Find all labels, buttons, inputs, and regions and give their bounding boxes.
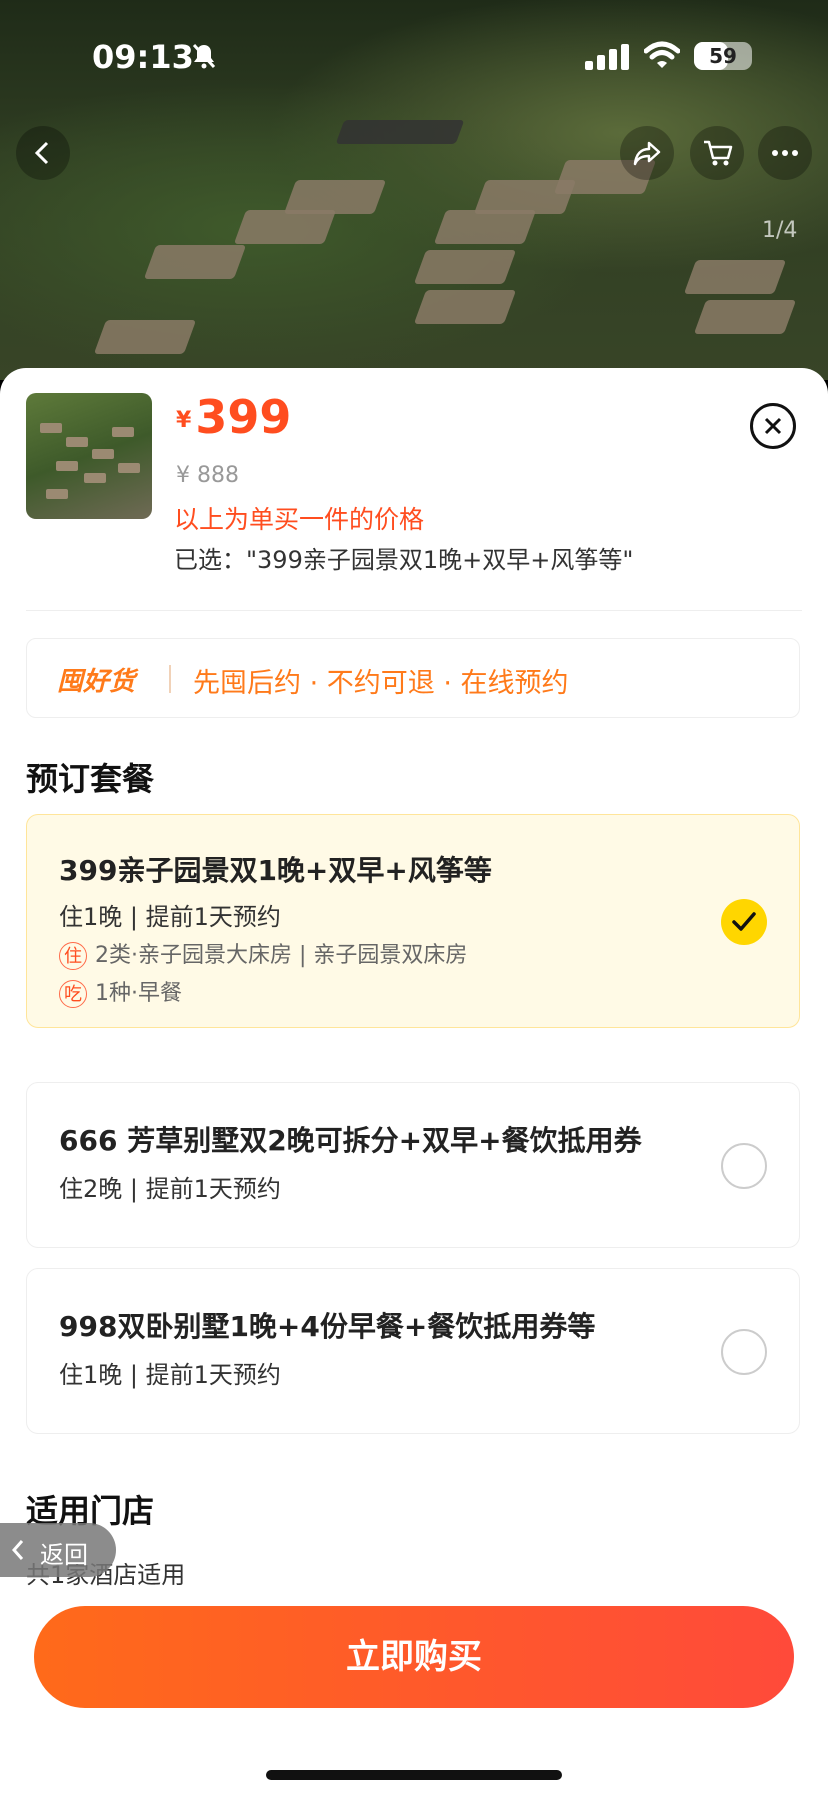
package-title: 998双卧别墅1晚+4份早餐+餐饮抵用券等 xyxy=(59,1310,596,1343)
battery-indicator: 59 xyxy=(694,42,752,70)
package-option-1[interactable]: 399亲子园景双1晚+双早+风筝等 住1晚 | 提前1天预约 住 2类·亲子园景大… xyxy=(26,814,800,1028)
close-button[interactable] xyxy=(750,403,796,449)
share-icon xyxy=(633,141,661,166)
wifi-icon xyxy=(644,41,680,68)
promo-brand: 囤好货 xyxy=(57,667,136,697)
back-label: 返回 xyxy=(40,1541,88,1569)
purchase-sheet: ¥399 ¥ 888 以上为单买一件的价格 已选："399亲子园景双1晚+双早+… xyxy=(0,368,828,1795)
price-value: 399 xyxy=(195,390,292,444)
packages-title: 预订套餐 xyxy=(26,760,155,798)
product-price: ¥399 xyxy=(176,390,291,444)
status-time: 09:13 xyxy=(92,38,194,76)
divider xyxy=(26,610,802,611)
package-title: 666 芳草别墅双2晚可拆分+双早+餐饮抵用券 xyxy=(59,1124,642,1157)
currency-symbol: ¥ xyxy=(176,408,192,433)
package-eat-line: 吃 1种·早餐 xyxy=(59,975,182,1008)
more-button[interactable] xyxy=(758,126,812,180)
cart-icon xyxy=(704,140,733,166)
signal-icon xyxy=(585,44,629,70)
bell-muted-icon xyxy=(192,43,216,69)
promo-description: 先囤后约 · 不约可退 · 在线预约 xyxy=(193,668,569,699)
share-button[interactable] xyxy=(620,126,674,180)
package-option-3[interactable]: 998双卧别墅1晚+4份早餐+餐饮抵用券等 住1晚 | 提前1天预约 xyxy=(26,1268,800,1434)
package-title: 399亲子园景双1晚+双早+风筝等 xyxy=(59,854,492,887)
package-radio[interactable] xyxy=(721,1143,767,1189)
product-thumbnail xyxy=(26,393,152,519)
chevron-left-icon xyxy=(11,1540,24,1560)
package-radio[interactable] xyxy=(721,1329,767,1375)
promo-separator xyxy=(169,665,171,693)
package-radio-selected[interactable] xyxy=(721,899,767,945)
package-option-2[interactable]: 666 芳草别墅双2晚可拆分+双早+餐饮抵用券 住2晚 | 提前1天预约 xyxy=(26,1082,800,1248)
status-bar: 09:13 59 xyxy=(0,0,828,110)
package-stay-line: 住 2类·亲子园景大床房 | 亲子园景双床房 xyxy=(59,937,467,970)
battery-level: 59 xyxy=(709,44,737,68)
price-note: 以上为单买一件的价格 xyxy=(174,505,425,534)
selected-option-text: 已选："399亲子园景双1晚+双早+风筝等" xyxy=(174,546,634,574)
close-icon xyxy=(764,417,782,435)
promo-banner[interactable]: 囤好货 先囤后约 · 不约可退 · 在线预约 xyxy=(26,638,800,718)
package-eat: 1种·早餐 xyxy=(95,981,182,1006)
floating-back-button[interactable]: 返回 xyxy=(0,1523,116,1577)
package-subtitle: 住2晚 | 提前1天预约 xyxy=(59,1175,281,1203)
package-subtitle: 住1晚 | 提前1天预约 xyxy=(59,1361,281,1389)
chevron-left-icon xyxy=(34,141,49,165)
eat-tag: 吃 xyxy=(59,980,87,1008)
buy-now-button[interactable]: 立即购买 xyxy=(34,1606,794,1708)
back-nav-button[interactable] xyxy=(16,126,70,180)
check-icon xyxy=(732,912,756,931)
gallery-counter: 1/4 xyxy=(762,218,798,243)
original-price: ¥ 888 xyxy=(176,463,239,488)
package-subtitle: 住1晚 | 提前1天预约 xyxy=(59,903,281,931)
stay-tag: 住 xyxy=(59,942,87,970)
cart-button[interactable] xyxy=(690,126,744,180)
more-dots-icon xyxy=(772,150,798,156)
package-stay: 2类·亲子园景大床房 | 亲子园景双床房 xyxy=(95,943,468,968)
home-indicator xyxy=(266,1770,562,1780)
